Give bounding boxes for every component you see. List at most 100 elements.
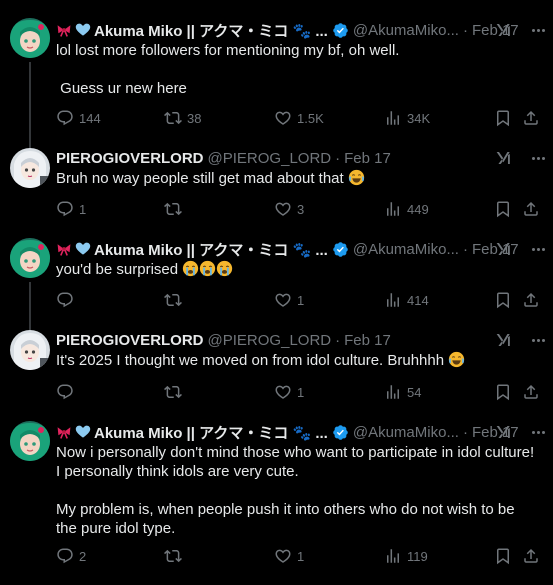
tweet-text-content: It's 2025 I thought we moved on from ido…	[56, 352, 445, 369]
share-button[interactable]	[522, 108, 540, 128]
heart-icon	[274, 291, 292, 309]
views-button[interactable]: 119	[384, 546, 428, 566]
avatar[interactable]	[10, 18, 50, 58]
repost-arrows-icon	[164, 383, 182, 401]
grok-icon[interactable]	[495, 423, 513, 441]
display-name[interactable]: Akuma Miko || アクマ・ミコ 🐾 ...	[94, 422, 328, 443]
sobbing-emoji-icon	[216, 260, 233, 277]
bookmark-button[interactable]	[494, 290, 512, 310]
user-handle[interactable]: @AkumaMiko...	[353, 424, 459, 441]
views-button[interactable]: 34K	[384, 108, 430, 128]
tweet-header: Akuma Miko || アクマ・ミコ 🐾 ... @AkumaMiko...…	[56, 422, 553, 442]
tweet-text: It's 2025 I thought we moved on from ido…	[56, 351, 539, 370]
display-name[interactable]: PIEROGIOVERLORD	[56, 332, 204, 349]
bookmark-button[interactable]	[494, 108, 512, 128]
bookmark-button[interactable]	[494, 199, 512, 219]
share-button[interactable]	[522, 199, 540, 219]
laughing-emoji-icon	[348, 169, 365, 186]
verified-badge-icon[interactable]	[332, 241, 349, 258]
repost-arrows-icon	[164, 109, 182, 127]
tweet-1[interactable]: Akuma Miko || アクマ・ミコ 🐾 ... @AkumaMiko...…	[0, 18, 553, 154]
user-handle[interactable]: @AkumaMiko...	[353, 241, 459, 258]
action-bar: 2 1 119	[56, 546, 553, 566]
tweet-text-content: you'd be surprised	[56, 261, 179, 278]
share-upload-icon	[522, 109, 540, 127]
user-handle[interactable]: @AkumaMiko...	[353, 22, 459, 39]
reply-button[interactable]	[56, 290, 79, 310]
like-button[interactable]: 1	[274, 290, 304, 310]
like-button[interactable]: 1	[274, 546, 304, 566]
verified-badge-icon[interactable]	[332, 22, 349, 39]
like-button[interactable]: 1.5K	[274, 108, 324, 128]
avatar[interactable]	[10, 238, 50, 278]
views-button[interactable]: 414	[384, 290, 429, 310]
ribbon-emoji-icon	[56, 424, 72, 440]
more-dots-icon[interactable]	[527, 239, 549, 259]
repost-button[interactable]	[164, 546, 187, 566]
tweet-2[interactable]: PIEROGIOVERLORD @PIEROG_LORD · Feb 17 Br…	[0, 148, 553, 222]
more-dots-icon[interactable]	[527, 148, 549, 168]
tweet-text: Now i personally don't mind those who wa…	[56, 444, 535, 537]
ribbon-emoji-icon	[56, 22, 72, 38]
avatar[interactable]	[10, 148, 50, 188]
timestamp[interactable]: Feb 17	[344, 332, 391, 349]
laughing-emoji-icon	[448, 351, 465, 368]
bookmark-button[interactable]	[494, 382, 512, 402]
share-upload-icon	[522, 383, 540, 401]
reply-button[interactable]: 1	[56, 199, 86, 219]
like-button[interactable]: 1	[274, 382, 304, 402]
display-name[interactable]: Akuma Miko || アクマ・ミコ 🐾 ...	[94, 20, 328, 41]
tweet-text: you'd be surprised	[56, 260, 539, 279]
action-bar: 1 414	[56, 290, 553, 310]
bookmark-button[interactable]	[494, 546, 512, 566]
repost-count: 38	[187, 110, 202, 126]
ribbon-emoji-icon	[56, 241, 72, 257]
reply-button[interactable]	[56, 382, 79, 402]
grok-icon[interactable]	[495, 149, 513, 167]
reply-button[interactable]: 144	[56, 108, 101, 128]
views-button[interactable]: 54	[384, 382, 421, 402]
reply-count: 144	[79, 110, 101, 126]
user-handle[interactable]: @PIEROG_LORD	[208, 150, 332, 167]
display-name[interactable]: PIEROGIOVERLORD	[56, 150, 204, 167]
separator-dot: ·	[335, 331, 341, 349]
blue-heart-emoji-icon	[75, 22, 91, 38]
grok-icon[interactable]	[495, 21, 513, 39]
display-name[interactable]: Akuma Miko || アクマ・ミコ 🐾 ...	[94, 239, 328, 260]
more-dots-icon[interactable]	[527, 422, 549, 442]
more-dots-icon[interactable]	[527, 20, 549, 40]
tweet-3[interactable]: Akuma Miko || アクマ・ミコ 🐾 ... @AkumaMiko...…	[0, 238, 553, 330]
bar-chart-icon	[384, 547, 402, 565]
thread-line	[29, 282, 31, 330]
share-upload-icon	[522, 547, 540, 565]
share-button[interactable]	[522, 382, 540, 402]
share-button[interactable]	[522, 290, 540, 310]
avatar[interactable]	[10, 330, 50, 370]
heart-icon	[274, 547, 292, 565]
verified-badge-icon[interactable]	[332, 424, 349, 441]
share-button[interactable]	[522, 546, 540, 566]
bookmark-icon	[494, 109, 512, 127]
like-button[interactable]: 3	[274, 199, 304, 219]
repost-button[interactable]	[164, 199, 187, 219]
sobbing-emoji-icon	[182, 260, 199, 277]
grok-icon[interactable]	[495, 240, 513, 258]
grok-icon[interactable]	[495, 331, 513, 349]
avatar[interactable]	[10, 421, 50, 461]
more-dots-icon[interactable]	[527, 330, 549, 350]
tweet-text: lol lost more followers for mentioning m…	[56, 42, 400, 97]
timestamp[interactable]: Feb 17	[344, 150, 391, 167]
like-count: 1.5K	[297, 110, 324, 126]
tweet-4[interactable]: PIEROGIOVERLORD @PIEROG_LORD · Feb 17 It…	[0, 330, 553, 404]
views-button[interactable]: 449	[384, 199, 429, 219]
view-count: 34K	[407, 110, 431, 126]
repost-button[interactable]	[164, 290, 187, 310]
action-bar: 1 54	[56, 382, 553, 402]
repost-button[interactable]	[164, 382, 187, 402]
user-handle[interactable]: @PIEROG_LORD	[208, 332, 332, 349]
repost-button[interactable]: 38	[164, 108, 201, 128]
view-count: 119	[407, 548, 428, 564]
tweet-5[interactable]: Akuma Miko || アクマ・ミコ 🐾 ... @AkumaMiko...…	[0, 421, 553, 571]
reply-button[interactable]: 2	[56, 546, 86, 566]
view-count: 414	[407, 292, 429, 308]
